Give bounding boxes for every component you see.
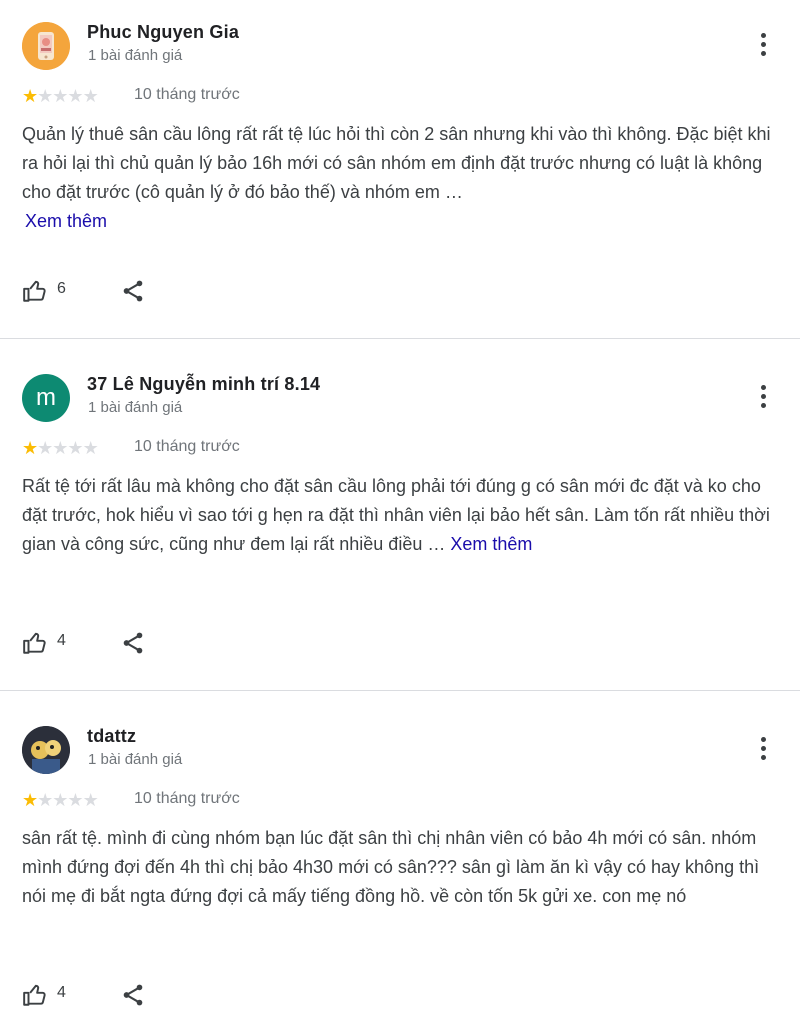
see-more-link[interactable]: Xem thêm bbox=[25, 211, 107, 231]
review-text: Rất tệ tới rất lâu mà không cho đặt sân … bbox=[22, 472, 772, 559]
avatar[interactable] bbox=[22, 22, 70, 70]
review-card: tdattz 1 bài đánh giá ★★★★★ 10 tháng trư… bbox=[0, 704, 800, 1017]
reviewer-review-count: 1 bài đánh giá bbox=[88, 751, 183, 768]
like-count: 6 bbox=[57, 280, 66, 297]
star-icon: ★ bbox=[22, 790, 38, 810]
review-card: Phuc Nguyen Gia 1 bài đánh giá ★★★★★ 10 … bbox=[0, 0, 800, 338]
star-rating: ★★★★★ bbox=[22, 438, 99, 458]
share-icon bbox=[123, 632, 143, 654]
share-icon bbox=[123, 984, 143, 1006]
like-button[interactable]: 4 bbox=[22, 980, 92, 1010]
star-rating: ★★★★★ bbox=[22, 790, 99, 810]
review-text: Quản lý thuê sân cầu lông rất rất tệ lúc… bbox=[22, 120, 772, 236]
share-button[interactable] bbox=[118, 628, 148, 658]
like-count: 4 bbox=[57, 984, 66, 1001]
review-text: sân rất tệ. mình đi cùng nhóm bạn lúc đặ… bbox=[22, 824, 772, 911]
star-icon: ★ bbox=[67, 86, 83, 106]
more-options-icon[interactable] bbox=[752, 734, 776, 764]
star-icon: ★ bbox=[22, 438, 38, 458]
star-icon: ★ bbox=[82, 86, 99, 106]
review-card: m 37 Lê Nguyễn minh trí 8.14 1 bài đánh … bbox=[0, 352, 800, 690]
reviewer-name[interactable]: 37 Lê Nguyễn minh trí 8.14 bbox=[87, 374, 320, 395]
reviewer-review-count: 1 bài đánh giá bbox=[88, 399, 183, 416]
star-icon: ★ bbox=[52, 438, 68, 458]
thumbs-up-icon bbox=[23, 984, 46, 1006]
star-icon: ★ bbox=[22, 86, 38, 106]
star-icon: ★ bbox=[37, 438, 53, 458]
phone-illustration-avatar-icon bbox=[22, 22, 70, 70]
star-icon: ★ bbox=[52, 790, 68, 810]
avatar[interactable]: m bbox=[22, 374, 70, 422]
like-count: 4 bbox=[57, 632, 66, 649]
star-icon: ★ bbox=[82, 438, 99, 458]
review-time: 10 tháng trước bbox=[134, 438, 240, 455]
like-button[interactable]: 6 bbox=[22, 276, 92, 306]
review-text-content: Quản lý thuê sân cầu lông rất rất tệ lúc… bbox=[22, 124, 771, 202]
like-button[interactable]: 4 bbox=[22, 628, 92, 658]
share-button[interactable] bbox=[118, 980, 148, 1010]
more-options-icon[interactable] bbox=[752, 382, 776, 412]
star-icon: ★ bbox=[67, 790, 83, 810]
reviewer-name[interactable]: tdattz bbox=[87, 726, 136, 747]
see-more-link[interactable]: Xem thêm bbox=[450, 534, 532, 554]
star-icon: ★ bbox=[82, 790, 99, 810]
divider bbox=[0, 338, 800, 339]
reviewer-name[interactable]: Phuc Nguyen Gia bbox=[87, 22, 239, 43]
divider bbox=[0, 690, 800, 691]
share-icon bbox=[123, 280, 143, 302]
review-time: 10 tháng trước bbox=[134, 790, 240, 807]
more-options-icon[interactable] bbox=[752, 30, 776, 60]
avatar[interactable] bbox=[22, 726, 70, 774]
star-icon: ★ bbox=[67, 438, 83, 458]
star-icon: ★ bbox=[37, 86, 53, 106]
cartoon-character-avatar-icon bbox=[22, 726, 70, 774]
thumbs-up-icon bbox=[23, 280, 46, 302]
star-icon: ★ bbox=[37, 790, 53, 810]
reviewer-review-count: 1 bài đánh giá bbox=[88, 47, 183, 64]
share-button[interactable] bbox=[118, 276, 148, 306]
thumbs-up-icon bbox=[23, 632, 46, 654]
star-icon: ★ bbox=[52, 86, 68, 106]
review-text-content: sân rất tệ. mình đi cùng nhóm bạn lúc đặ… bbox=[22, 828, 760, 906]
avatar-letter: m bbox=[36, 384, 56, 411]
review-text-content: Rất tệ tới rất lâu mà không cho đặt sân … bbox=[22, 476, 770, 554]
star-rating: ★★★★★ bbox=[22, 86, 99, 106]
review-time: 10 tháng trước bbox=[134, 86, 240, 103]
